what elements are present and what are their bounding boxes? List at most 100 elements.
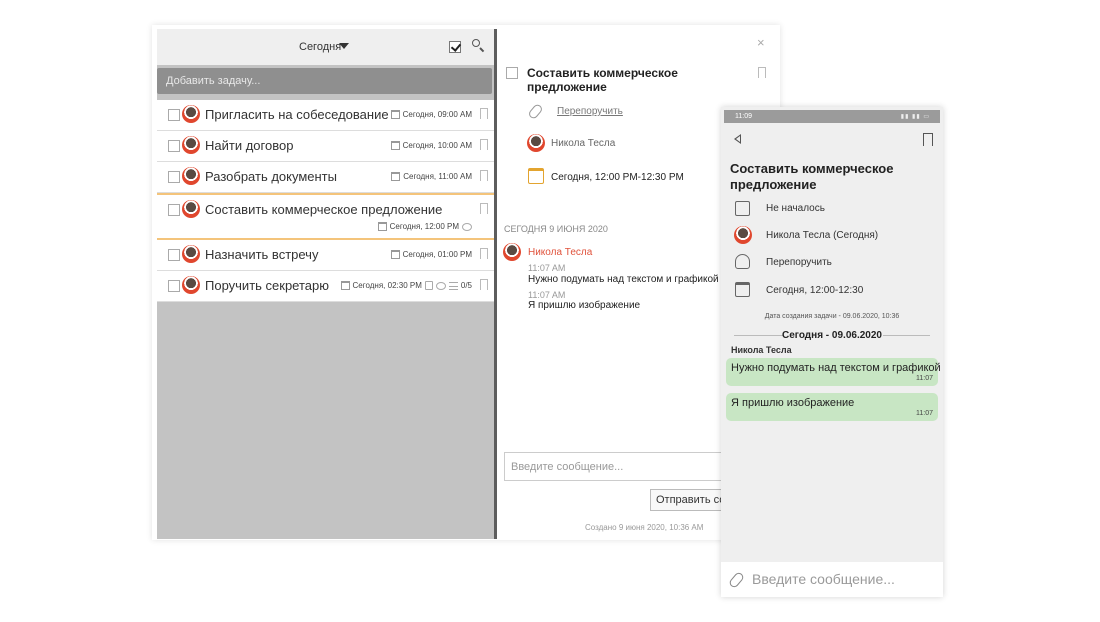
assignee-name[interactable]: Никола Тесла bbox=[551, 138, 615, 149]
close-icon[interactable]: × bbox=[757, 35, 765, 50]
task-checkbox[interactable] bbox=[168, 280, 180, 292]
bookmark-icon[interactable] bbox=[480, 279, 488, 291]
message-time: 11:07 bbox=[916, 375, 933, 382]
calendar-icon bbox=[390, 141, 400, 150]
assignee-name[interactable]: Никола Тесла (Сегодня) bbox=[766, 230, 878, 241]
task-due-text: Сегодня, 02:30 PM bbox=[352, 281, 422, 290]
calendar-icon bbox=[390, 110, 400, 119]
bookmark-icon[interactable] bbox=[480, 170, 488, 182]
avatar bbox=[503, 243, 521, 261]
message-text: Нужно подумать над текстом и графикой bbox=[731, 362, 941, 374]
detail-title: Составить коммерческое предложение bbox=[730, 161, 894, 192]
task-title: Назначить встречу bbox=[205, 247, 319, 262]
avatar bbox=[182, 167, 200, 185]
message-author: Никола Тесла bbox=[731, 345, 792, 355]
checklist-icon bbox=[448, 281, 458, 290]
avatar bbox=[182, 200, 200, 218]
task-due-text: Сегодня, 10:00 AM bbox=[402, 141, 472, 150]
comment-text: Нужно подумать над текстом и графикой bbox=[528, 274, 719, 285]
calendar-icon bbox=[528, 168, 544, 184]
reassign-link[interactable]: Перепоручить bbox=[557, 106, 623, 117]
note-icon bbox=[424, 281, 433, 290]
paperclip-icon[interactable] bbox=[727, 570, 746, 590]
back-arrow-icon[interactable] bbox=[734, 134, 741, 144]
status-time: 11:09 bbox=[735, 113, 752, 120]
task-checkbox[interactable] bbox=[168, 249, 180, 261]
avatar bbox=[182, 276, 200, 294]
task-title: Разобрать документы bbox=[205, 169, 337, 184]
comment-time: 11:07 AM bbox=[528, 263, 566, 273]
task-row[interactable]: Найти договор Сегодня, 10:00 AM bbox=[157, 131, 494, 162]
comment-text: Я пришлю изображение bbox=[528, 300, 641, 311]
task-row[interactable]: Назначить встречу Сегодня, 01:00 PM bbox=[157, 240, 494, 271]
task-list-pane: Сегодня Добавить задачу... Пригласить на… bbox=[157, 29, 494, 539]
subtask-count: 0/5 bbox=[460, 281, 472, 290]
message-input-bar: Введите сообщение... bbox=[721, 562, 943, 597]
comment-author: Никола Тесла bbox=[528, 247, 593, 258]
comment-time: 11:07 AM bbox=[528, 290, 566, 300]
task-checkbox[interactable] bbox=[168, 109, 180, 121]
task-checkbox[interactable] bbox=[168, 204, 180, 216]
bookmark-icon[interactable] bbox=[923, 133, 933, 146]
status-text: Не началось bbox=[766, 203, 825, 214]
desktop-window: Сегодня Добавить задачу... Пригласить на… bbox=[152, 25, 780, 540]
comment-icon bbox=[462, 222, 472, 231]
task-due-text: Сегодня, 01:00 PM bbox=[402, 250, 472, 259]
toolbar: Сегодня bbox=[157, 29, 494, 65]
task-time[interactable]: Сегодня, 12:00 PM-12:30 PM bbox=[551, 172, 684, 183]
task-row[interactable]: Поручить секретарю Сегодня, 02:30 PM 0/5 bbox=[157, 271, 494, 302]
task-row-selected[interactable]: Составить коммерческое предложение Сегод… bbox=[157, 193, 494, 240]
bookmark-icon[interactable] bbox=[480, 108, 488, 120]
paperclip-icon[interactable] bbox=[527, 102, 544, 121]
avatar bbox=[527, 134, 545, 152]
reassign-icon[interactable] bbox=[735, 254, 750, 269]
bookmark-icon[interactable] bbox=[480, 248, 488, 260]
comments-date-header: СЕГОДНЯ 9 ИЮНЯ 2020 bbox=[504, 224, 608, 234]
task-time[interactable]: Сегодня, 12:00-12:30 bbox=[766, 285, 863, 296]
bookmark-icon[interactable] bbox=[758, 67, 766, 78]
message-bubble: Я пришлю изображение 11:07 bbox=[726, 393, 938, 421]
message-input[interactable]: Введите сообщение... bbox=[752, 571, 895, 587]
task-checkbox[interactable] bbox=[168, 140, 180, 152]
comment-icon bbox=[435, 281, 446, 290]
task-checkbox[interactable] bbox=[168, 171, 180, 183]
avatar bbox=[182, 136, 200, 154]
add-task-input[interactable]: Добавить задачу... bbox=[157, 68, 492, 94]
task-due-text: Сегодня, 12:00 PM bbox=[389, 222, 459, 231]
task-row[interactable]: Разобрать документы Сегодня, 11:00 AM bbox=[157, 162, 494, 193]
task-due: Сегодня, 02:30 PM 0/5 bbox=[340, 281, 472, 290]
calendar-icon bbox=[390, 250, 400, 259]
task-list: Пригласить на собеседование Сегодня, 09:… bbox=[157, 100, 494, 302]
mobile-screen: 11:09 ▮▮ ▮▮ ▭ Составить коммерческое пре… bbox=[721, 107, 943, 597]
task-due: Сегодня, 10:00 AM bbox=[390, 141, 472, 150]
task-checkbox[interactable] bbox=[506, 67, 518, 79]
created-timestamp: Дата создания задачи - 09.06.2020, 10:36 bbox=[764, 313, 900, 320]
filter-dropdown-label[interactable]: Сегодня bbox=[299, 41, 341, 53]
task-due-text: Сегодня, 09:00 AM bbox=[402, 110, 472, 119]
search-icon[interactable] bbox=[471, 38, 485, 53]
task-row[interactable]: Пригласить на собеседование Сегодня, 09:… bbox=[157, 100, 494, 131]
bookmark-icon[interactable] bbox=[480, 139, 488, 151]
task-due: Сегодня, 09:00 AM bbox=[390, 110, 472, 119]
task-title: Поручить секретарю bbox=[205, 278, 329, 293]
avatar bbox=[734, 226, 752, 244]
calendar-icon bbox=[377, 222, 387, 231]
task-due: Сегодня, 01:00 PM bbox=[390, 250, 472, 259]
reassign-link[interactable]: Перепоручить bbox=[766, 257, 832, 268]
status-checkbox[interactable] bbox=[735, 201, 750, 216]
signal-icon: ▮▮ ▮▮ ▭ bbox=[900, 114, 930, 120]
calendar-icon bbox=[391, 172, 401, 181]
checkbox-icon[interactable] bbox=[449, 41, 461, 53]
avatar bbox=[182, 245, 200, 263]
bookmark-icon[interactable] bbox=[480, 203, 488, 215]
message-time: 11:07 bbox=[916, 410, 933, 417]
task-title: Найти договор bbox=[205, 138, 294, 153]
detail-title: Составить коммерческое предложение bbox=[527, 66, 678, 94]
task-due: Сегодня, 11:00 AM bbox=[391, 172, 472, 181]
created-timestamp: Создано 9 июня 2020, 10:36 AM bbox=[585, 523, 704, 532]
calendar-icon bbox=[735, 282, 750, 297]
calendar-icon bbox=[340, 281, 350, 290]
task-due: Сегодня, 12:00 PM bbox=[377, 222, 472, 231]
task-title: Пригласить на собеседование bbox=[205, 107, 389, 122]
caret-down-icon[interactable] bbox=[339, 43, 349, 49]
